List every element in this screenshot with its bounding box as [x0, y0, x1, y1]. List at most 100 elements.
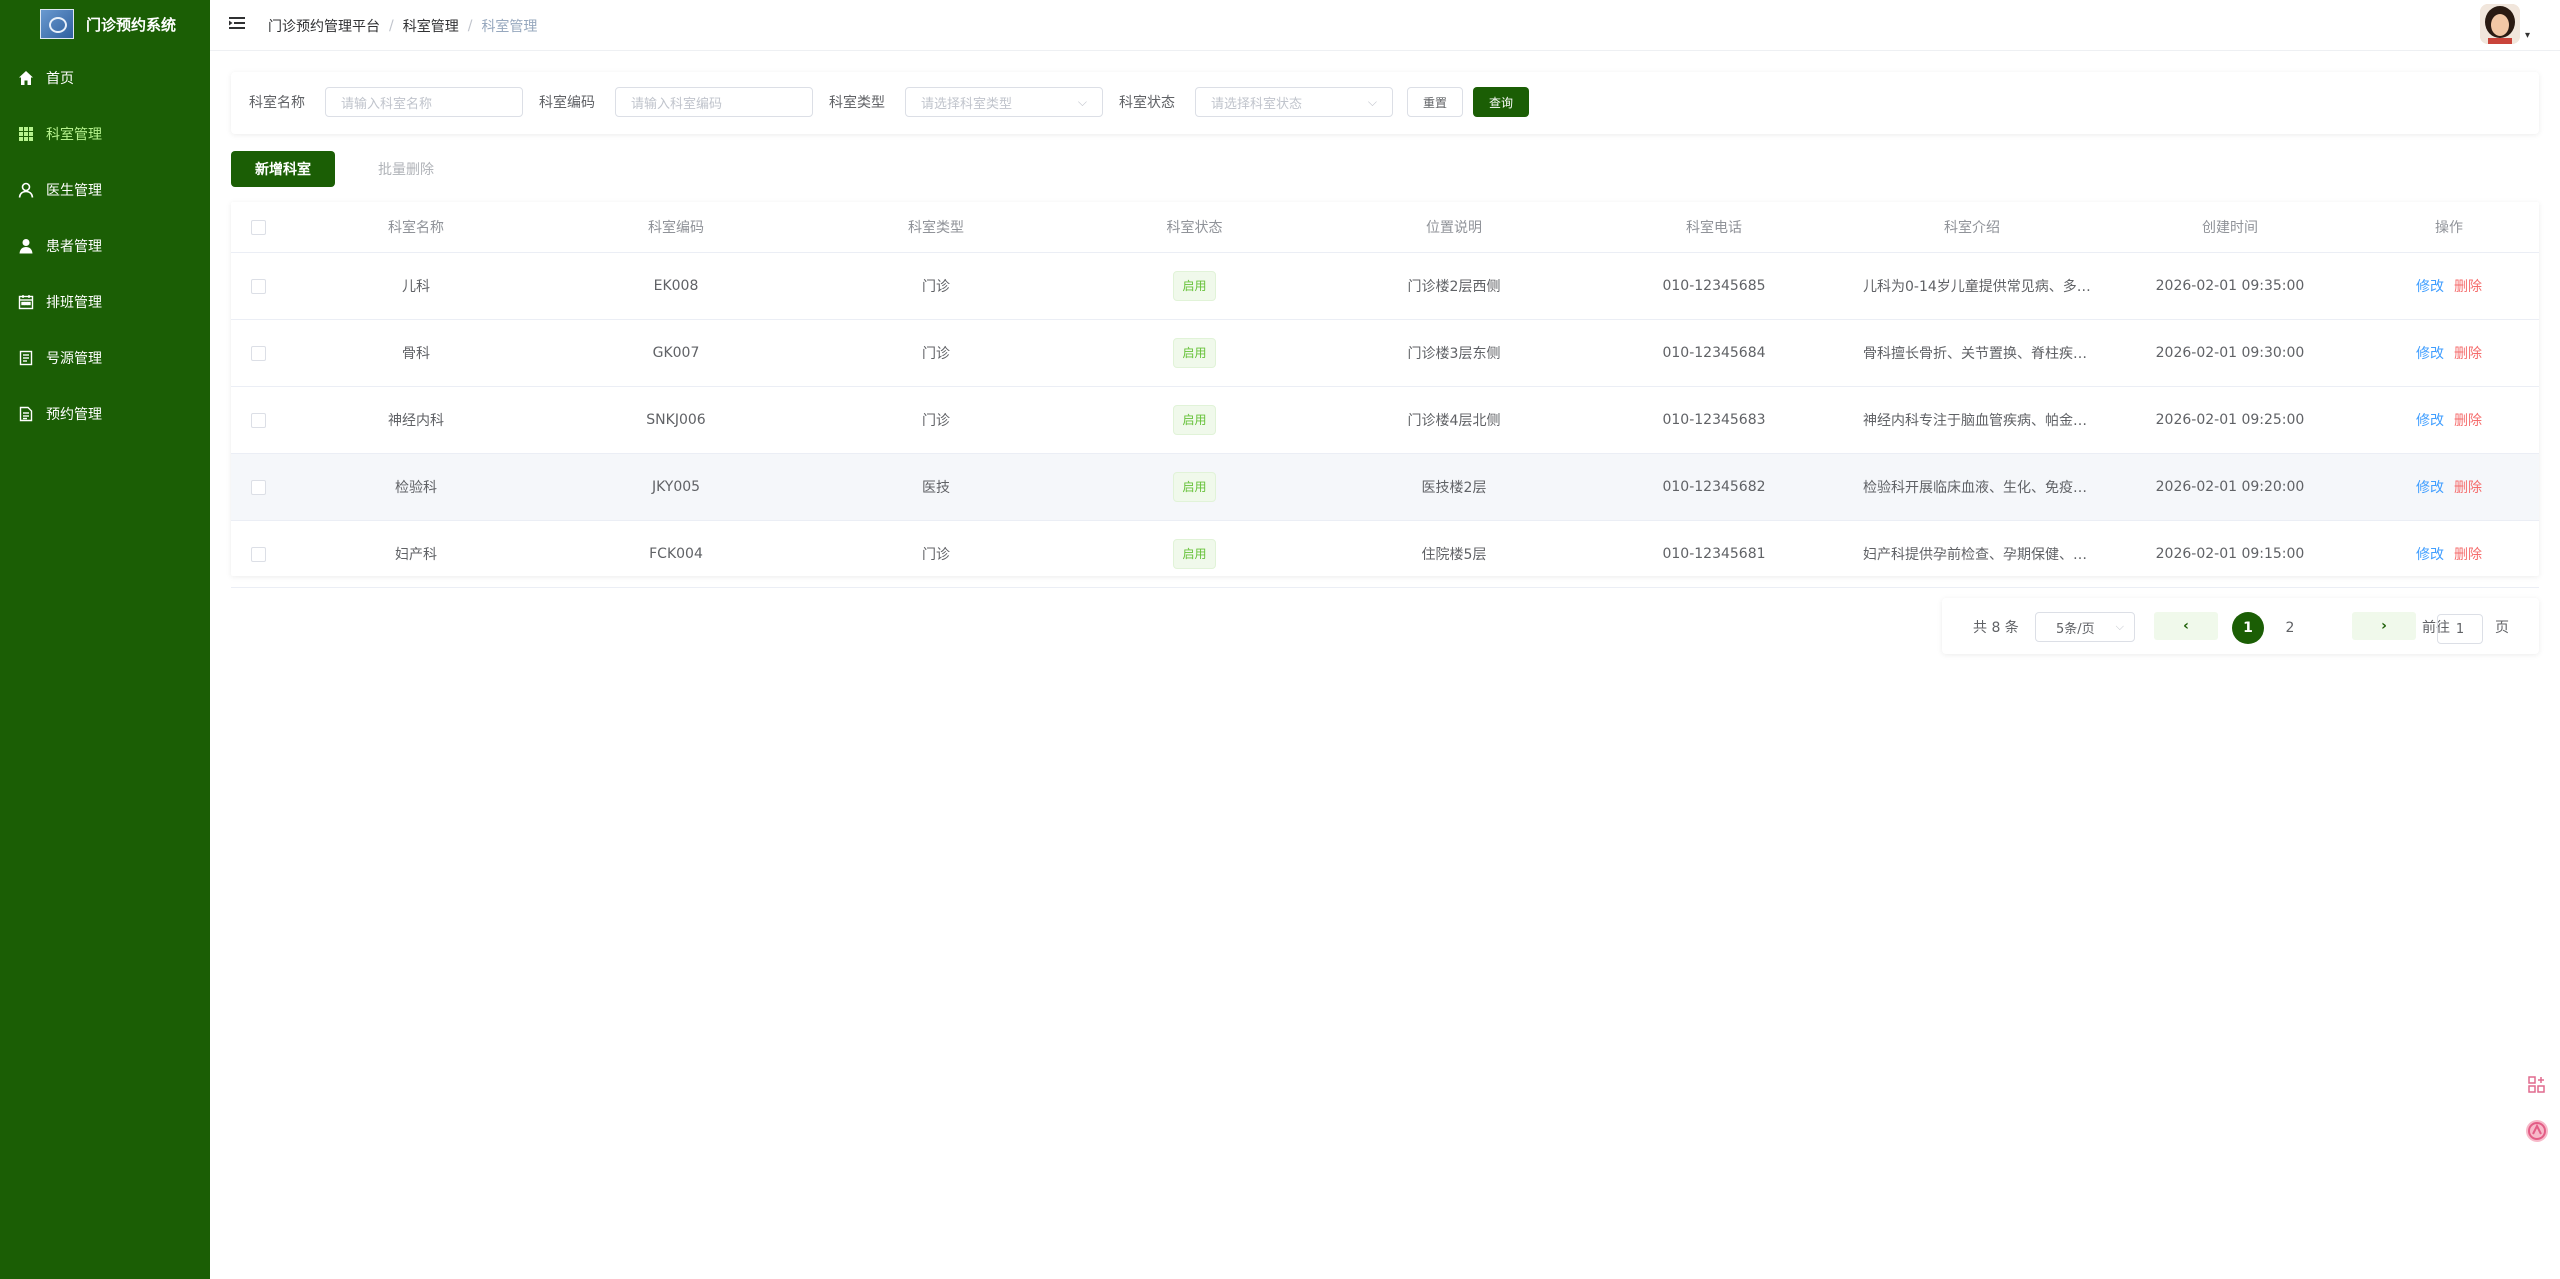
- query-button[interactable]: 查询: [1473, 87, 1529, 117]
- sidebar-item-label: 首页: [46, 71, 74, 87]
- sidebar-item-patient[interactable]: 患者管理: [0, 218, 210, 274]
- department-name-label: 科室名称: [249, 95, 305, 111]
- row-checkbox[interactable]: [251, 278, 266, 294]
- cell-actions: 修改 删除: [2359, 386, 2539, 454]
- row-checkbox[interactable]: [251, 546, 266, 562]
- cell-intro: 神经内科专注于脑血管疾病、帕金…: [1843, 386, 2101, 454]
- home-icon: [18, 70, 34, 86]
- cell-code: FCK004: [546, 520, 806, 588]
- cell-type: 门诊: [806, 319, 1066, 387]
- department-name-input[interactable]: 请输入科室名称: [325, 87, 523, 117]
- sidebar-item-source[interactable]: 号源管理: [0, 330, 210, 386]
- sidebar-item-appointment[interactable]: 预约管理: [0, 386, 210, 442]
- cell-created: 2026-02-01 09:35:00: [2101, 252, 2359, 320]
- grid-icon: [18, 126, 34, 142]
- goto-page-input[interactable]: 1: [2437, 614, 2483, 644]
- row-select-cell: [231, 453, 286, 521]
- row-checkbox[interactable]: [251, 345, 266, 361]
- select-all-cell: [231, 202, 286, 253]
- top-header: 门诊预约管理平台 / 科室管理 / 科室管理 ▾: [210, 0, 2560, 51]
- department-type-select[interactable]: 请选择科室类型 ⌵: [905, 87, 1103, 117]
- delete-button[interactable]: 删除: [2454, 346, 2482, 362]
- breadcrumb-item-current: 科室管理: [481, 19, 538, 35]
- row-checkbox[interactable]: [251, 479, 266, 495]
- edit-button[interactable]: 修改: [2416, 480, 2444, 496]
- document-lines-icon: [18, 406, 34, 422]
- avatar[interactable]: [2480, 4, 2520, 44]
- edit-button[interactable]: 修改: [2416, 413, 2444, 429]
- sidebar: 门诊预约系统 首页 科室管理 医生管理 患者管理 排班管理 号源管理 预约管理: [0, 0, 210, 1279]
- select-all-checkbox[interactable]: [251, 219, 266, 235]
- cell-status: 启用: [1066, 319, 1323, 387]
- cell-created: 2026-02-01 09:15:00: [2101, 520, 2359, 588]
- delete-button[interactable]: 删除: [2454, 480, 2482, 496]
- cell-type: 门诊: [806, 520, 1066, 588]
- chevron-down-icon: ⌵: [2115, 620, 2124, 633]
- edit-button[interactable]: 修改: [2416, 547, 2444, 563]
- cell-type: 门诊: [806, 386, 1066, 454]
- status-badge: 启用: [1173, 472, 1216, 502]
- cell-location: 门诊楼4层北侧: [1323, 386, 1585, 454]
- row-select-cell: [231, 520, 286, 588]
- delete-button[interactable]: 删除: [2454, 547, 2482, 563]
- cell-code: SNKJ006: [546, 386, 806, 454]
- page-number-1[interactable]: 1: [2232, 612, 2264, 644]
- cell-location: 住院楼5层: [1323, 520, 1585, 588]
- sidebar-item-doctor[interactable]: 医生管理: [0, 162, 210, 218]
- cell-name: 检验科: [286, 453, 546, 521]
- edit-button[interactable]: 修改: [2416, 279, 2444, 295]
- edit-button[interactable]: 修改: [2416, 346, 2444, 362]
- next-page-button[interactable]: ›: [2352, 612, 2416, 640]
- delete-button[interactable]: 删除: [2454, 413, 2482, 429]
- cell-status: 启用: [1066, 453, 1323, 521]
- batch-delete-button[interactable]: 批量删除: [360, 151, 452, 187]
- document-icon: [18, 350, 34, 366]
- menu-fold-icon[interactable]: [228, 14, 246, 32]
- cell-name: 儿科: [286, 252, 546, 320]
- status-badge: 启用: [1173, 405, 1216, 435]
- cell-type: 医技: [806, 453, 1066, 521]
- page-size-select[interactable]: 5条/页 ⌵: [2035, 612, 2135, 642]
- search-form-card: 科室名称 请输入科室名称 科室编码 请输入科室编码 科室类型 请选择科室类型 ⌵…: [231, 72, 2539, 134]
- breadcrumb-item-department[interactable]: 科室管理: [403, 16, 459, 36]
- cell-intro: 妇产科提供孕前检查、孕期保健、…: [1843, 520, 2101, 588]
- breadcrumb-item-platform[interactable]: 门诊预约管理平台: [268, 16, 380, 36]
- prev-page-button[interactable]: ‹: [2154, 612, 2218, 640]
- cell-status: 启用: [1066, 252, 1323, 320]
- cell-phone: 010-12345685: [1585, 252, 1843, 320]
- logo: 门诊预约系统: [0, 0, 210, 48]
- sidebar-item-label: 患者管理: [46, 239, 102, 255]
- department-type-label: 科室类型: [829, 95, 885, 111]
- row-checkbox[interactable]: [251, 412, 266, 428]
- status-badge: 启用: [1173, 271, 1216, 301]
- department-status-select[interactable]: 请选择科室状态 ⌵: [1195, 87, 1393, 117]
- cell-name: 妇产科: [286, 520, 546, 588]
- pagination: 共 8 条 5条/页 ⌵ ‹ 1 2 › 前往 1 页: [1942, 598, 2539, 654]
- column-header: 科室介绍: [1843, 202, 2101, 253]
- widget-apps-icon[interactable]: [2524, 1072, 2550, 1098]
- status-badge: 启用: [1173, 539, 1216, 569]
- delete-button[interactable]: 删除: [2454, 279, 2482, 295]
- sidebar-item-schedule[interactable]: 排班管理: [0, 274, 210, 330]
- page-suffix-label: 页: [2495, 620, 2509, 636]
- pagination-total: 共 8 条: [1973, 620, 2019, 636]
- page-number-2[interactable]: 2: [2274, 612, 2306, 644]
- chevron-right-icon: ›: [2381, 618, 2387, 634]
- reset-button[interactable]: 重置: [1407, 87, 1463, 117]
- breadcrumb-separator: /: [467, 18, 473, 34]
- cell-location: 门诊楼3层东侧: [1323, 319, 1585, 387]
- department-code-input[interactable]: 请输入科室编码: [615, 87, 813, 117]
- cell-intro: 儿科为0-14岁儿童提供常见病、多…: [1843, 252, 2101, 320]
- caret-down-icon[interactable]: ▾: [2525, 30, 2530, 41]
- row-select-cell: [231, 319, 286, 387]
- placeholder-text: 请输入科室编码: [631, 96, 723, 112]
- widget-assistant-icon[interactable]: [2524, 1118, 2550, 1144]
- add-department-button[interactable]: 新增科室: [231, 151, 335, 187]
- sidebar-item-department[interactable]: 科室管理: [0, 106, 210, 162]
- cell-intro: 骨科擅长骨折、关节置换、脊柱疾…: [1843, 319, 2101, 387]
- cell-actions: 修改 删除: [2359, 453, 2539, 521]
- sidebar-item-home[interactable]: 首页: [0, 50, 210, 106]
- sidebar-item-label: 科室管理: [46, 127, 102, 143]
- sidebar-item-label: 医生管理: [46, 183, 102, 199]
- cell-code: JKY005: [546, 453, 806, 521]
